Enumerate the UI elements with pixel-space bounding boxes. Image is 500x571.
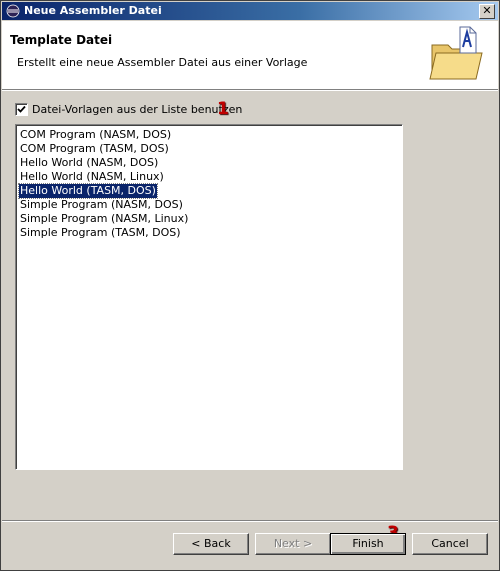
list-item[interactable]: COM Program (NASM, DOS) (19, 128, 172, 142)
back-button[interactable]: < Back (173, 533, 249, 555)
finish-button[interactable]: Finish (330, 533, 406, 555)
cancel-button[interactable]: Cancel (412, 533, 488, 555)
list-item[interactable]: Simple Program (TASM, DOS) (19, 226, 182, 240)
template-list[interactable]: COM Program (NASM, DOS) COM Program (TAS… (15, 124, 403, 470)
window-title: Neue Assembler Datei (24, 4, 162, 17)
finish-button-label: Finish (352, 537, 384, 550)
eclipse-icon (6, 4, 20, 18)
list-item[interactable]: COM Program (TASM, DOS) (19, 142, 170, 156)
checkmark-icon (17, 105, 26, 113)
close-icon: ✕ (482, 4, 492, 17)
wizard-header: Template Datei Erstellt eine neue Assemb… (2, 21, 498, 90)
annotation-marker-1: 1 (217, 99, 229, 119)
close-button[interactable]: ✕ (479, 4, 495, 19)
next-button[interactable]: Next > (255, 533, 331, 555)
list-item-selected[interactable]: Hello World (TASM, DOS) (18, 183, 158, 199)
back-button-label: < Back (191, 537, 231, 550)
use-templates-label: Datei-Vorlagen aus der Liste benutzen (32, 103, 243, 116)
header-separator (2, 89, 498, 91)
list-item[interactable]: Hello World (NASM, Linux) (19, 170, 165, 184)
list-item[interactable]: Hello World (NASM, DOS) (19, 156, 159, 170)
title-bar[interactable]: Neue Assembler Datei ✕ (2, 2, 498, 20)
page-title: Template Datei (10, 33, 113, 47)
footer-separator (2, 520, 498, 522)
list-item[interactable]: Simple Program (NASM, Linux) (19, 212, 189, 226)
list-item[interactable]: Simple Program (NASM, DOS) (19, 198, 184, 212)
cancel-button-label: Cancel (431, 537, 469, 550)
page-description: Erstellt eine neue Assembler Datei aus e… (17, 56, 308, 69)
dialog-window: Neue Assembler Datei ✕ Template Datei Er… (0, 0, 500, 571)
new-file-folder-icon (429, 26, 483, 80)
use-templates-checkbox[interactable] (15, 103, 28, 116)
next-button-label: Next > (273, 537, 313, 550)
